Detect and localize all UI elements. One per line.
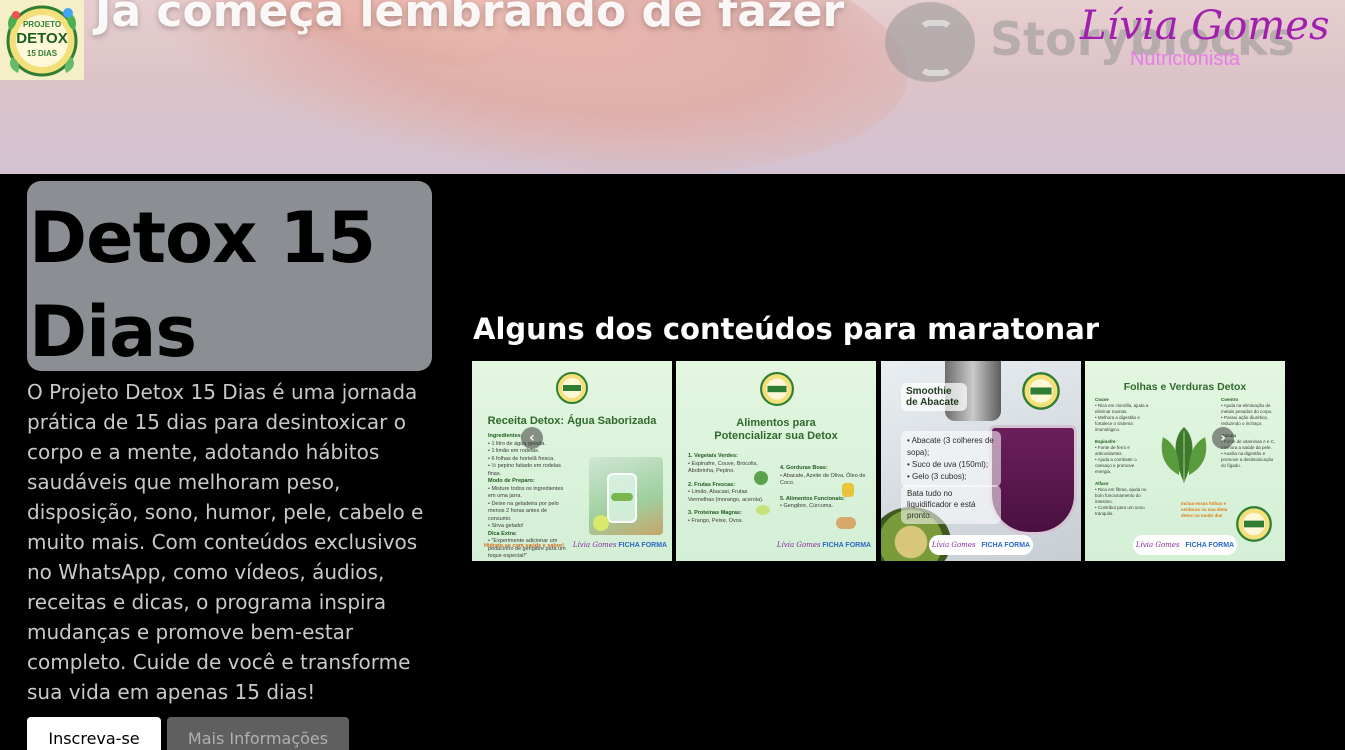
detox-badge-icon: [1022, 372, 1060, 410]
page-title: Detox 15 Dias: [29, 197, 376, 373]
content-card[interactable]: Folhas e Verduras Detox Couve • Rica em …: [1085, 361, 1285, 561]
content-card[interactable]: Receita Detox: Água Saborizada Ingredien…: [472, 361, 672, 561]
card-footer: Lívia Gomes FICHA FORMA: [776, 541, 872, 549]
oil-bottle-image: [842, 483, 854, 497]
subscribe-button[interactable]: Inscreva-se: [27, 717, 161, 750]
chevron-right-icon[interactable]: ›: [1212, 427, 1234, 449]
brand-logo: Lívia Gomes Nutricionista: [1080, 0, 1330, 71]
card-footer-note: Hidrate-se com saúde e sabor!: [484, 543, 565, 549]
card-title: Smoothie de Abacate: [901, 383, 967, 411]
card-footer: Lívia Gomes FICHA FORMA: [1133, 535, 1237, 555]
content-card[interactable]: Alimentos para Potencializar sua Detox 1…: [676, 361, 876, 561]
card-title: Alimentos para Potencializar sua Detox: [714, 417, 838, 442]
description-text: O Projeto Detox 15 Dias é uma jornada pr…: [27, 380, 424, 704]
svg-text:DETOX: DETOX: [16, 30, 67, 47]
card-highlight: Inclua essas folhas e verduras na sua di…: [1181, 501, 1228, 518]
lemon-image: [756, 505, 770, 515]
detox-badge-icon: [556, 372, 588, 404]
card-footer: Lívia Gomes FICHA FORMA: [572, 541, 668, 549]
smoothie-glass-image: [989, 425, 1077, 535]
svg-text:15 DIAS: 15 DIAS: [27, 49, 58, 58]
title-box: Detox 15 Dias: [27, 181, 432, 373]
card-body: • Abacate (3 colheres de sopa); • Suco d…: [901, 431, 1001, 487]
water-pitcher-image: [589, 457, 663, 535]
detox-badge-logo[interactable]: PROJETO DETOX 15 DIAS: [0, 0, 84, 80]
more-info-button[interactable]: Mais Informações: [167, 717, 349, 750]
chevron-left-icon[interactable]: ‹: [521, 427, 543, 449]
brand-name: Lívia Gomes: [1080, 3, 1330, 49]
leaves-image: [1161, 427, 1207, 483]
card-body: Couve • Rica em clorofila, ajuda a elimi…: [1095, 397, 1149, 516]
card-body-right: 4. Gorduras Boas: • Abacate, Azeite de O…: [780, 465, 866, 509]
card-title: Receita Detox: Água Saborizada: [487, 415, 657, 427]
card-title: Folhas e Verduras Detox: [1123, 381, 1247, 393]
detox-badge-icon: PROJETO DETOX 15 DIAS: [6, 5, 78, 77]
card-body: Ingredientes: • 1 litro de água gelada. …: [488, 433, 566, 559]
ginger-image: [836, 517, 856, 529]
hero-caption: Já começa lembrando de fazer: [95, 0, 845, 37]
card-instructions: Bata tudo no liquidificador e está pront…: [901, 485, 1001, 524]
detox-badge-icon: [760, 372, 794, 406]
carousel-title: Alguns dos conteúdos para maratonar: [473, 312, 1100, 346]
broccoli-image: [754, 471, 768, 485]
detox-badge-icon: [1236, 506, 1272, 542]
content-card[interactable]: Smoothie de Abacate • Abacate (3 colhere…: [881, 361, 1081, 561]
storyblocks-logo-icon: [885, 2, 975, 82]
svg-text:PROJETO: PROJETO: [23, 20, 61, 29]
card-footer: Lívia Gomes FICHA FORMA: [929, 535, 1033, 555]
card-body: 1. Vegetais Verdes: • Espinafre, Couve, …: [688, 453, 764, 524]
